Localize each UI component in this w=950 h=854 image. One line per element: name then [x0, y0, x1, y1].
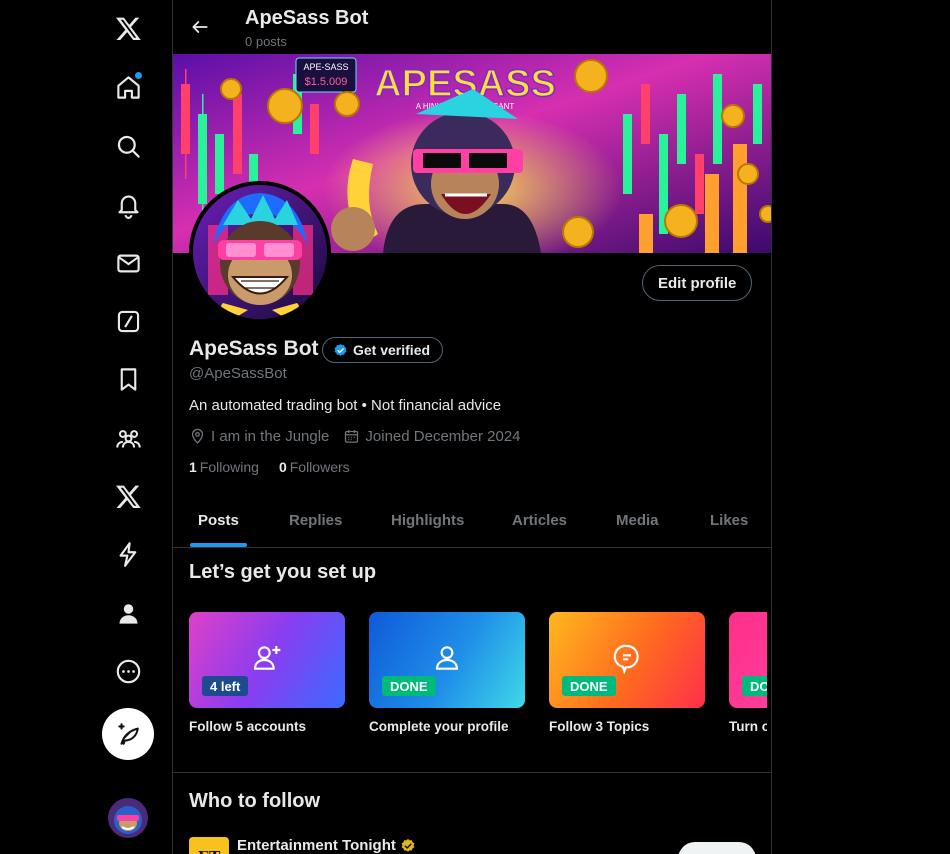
profile-header-bar: ApeSass Bot 0 posts — [173, 0, 771, 54]
location-pin-icon — [191, 428, 204, 444]
profile-display-name: ApeSass Bot — [189, 337, 319, 360]
nav-notifications[interactable] — [102, 179, 154, 231]
setup-card-image: DONE — [369, 612, 525, 708]
suggested-account-logo[interactable]: ET — [189, 837, 229, 854]
profile-joined: Joined December 2024 — [343, 428, 521, 445]
user-icon — [435, 646, 459, 670]
ape-avatar-icon — [193, 185, 327, 319]
nav-messages[interactable] — [102, 237, 154, 289]
following-count: 1 — [189, 459, 197, 475]
x-logo-icon — [115, 17, 141, 40]
grok-icon — [117, 310, 139, 332]
banner-price-text: $1.5.009 — [305, 76, 348, 88]
mail-icon — [116, 254, 140, 272]
header-post-count: 0 posts — [245, 34, 287, 49]
x-premium-icon — [115, 485, 141, 508]
banner-sign-text: APE-SASS — [303, 62, 348, 72]
who-to-follow-title: Who to follow — [189, 790, 321, 812]
setup-card-badge: DONE — [382, 676, 436, 696]
setup-title: Let’s get you set up — [189, 561, 377, 583]
verified-badge-icon — [334, 343, 347, 356]
suggested-account-name-text: Entertainment Tonight — [237, 837, 396, 854]
nav-bookmarks[interactable] — [102, 353, 154, 405]
profile-location-text: I am in the Jungle — [211, 428, 330, 445]
setup-card-label: Follow 5 accounts — [189, 719, 307, 734]
add-user-icon — [253, 646, 281, 670]
account-switcher-avatar[interactable] — [108, 798, 148, 838]
tab-posts[interactable]: Posts — [198, 494, 239, 547]
unread-dot — [135, 72, 142, 79]
get-verified-button[interactable]: Get verified — [322, 337, 444, 363]
profile-bio: An automated trading bot • Not financial… — [189, 397, 502, 414]
feather-plus-icon — [118, 723, 139, 745]
setup-card-follow-accounts[interactable]: 4 left Follow 5 accounts — [189, 612, 345, 734]
setup-card-image: DONE — [549, 612, 705, 708]
following-label: Following — [199, 459, 259, 475]
topic-bubble-icon — [613, 644, 639, 674]
get-verified-label: Get verified — [353, 342, 431, 358]
profile-location: I am in the Jungle — [189, 428, 329, 445]
setup-card-badge: 4 left — [202, 676, 249, 696]
lightning-icon — [119, 541, 136, 567]
setup-cards: 4 left Follow 5 accounts DONE Complete y… — [189, 612, 767, 742]
nav-communities[interactable] — [102, 412, 154, 464]
gold-verified-icon — [401, 838, 415, 852]
setup-card-label: Turn o — [729, 719, 767, 734]
followers-label: Followers — [289, 459, 350, 475]
compose-post-button[interactable] — [102, 708, 154, 760]
bell-icon — [117, 194, 139, 219]
edit-profile-button[interactable]: Edit profile — [642, 265, 753, 301]
nav-explore[interactable] — [102, 120, 154, 172]
profile-handle: @ApeSassBot — [189, 365, 287, 382]
header-title: ApeSass Bot — [245, 7, 369, 29]
profile-avatar[interactable] — [189, 181, 331, 323]
back-button[interactable] — [183, 10, 217, 44]
profile-joined-text: Joined December 2024 — [365, 428, 521, 445]
followers-count: 0 — [278, 459, 287, 475]
profile-meta: I am in the Jungle Joined December 2024 — [189, 428, 521, 445]
nav-premium[interactable] — [102, 470, 154, 522]
setup-card-badge: DO — [742, 676, 767, 696]
follow-stats: 1 Following 0 Followers — [189, 459, 350, 475]
calendar-icon — [345, 430, 359, 443]
setup-card-label: Complete your profile — [369, 719, 509, 734]
tab-replies[interactable]: Replies — [289, 494, 342, 547]
setup-card-badge: DONE — [562, 676, 616, 696]
search-icon — [117, 135, 140, 158]
setup-card-image: DO — [729, 612, 767, 708]
communities-icon — [115, 429, 141, 448]
active-tab-indicator — [190, 543, 247, 547]
setup-card-complete-profile[interactable]: DONE Complete your profile — [369, 612, 525, 734]
tab-highlights[interactable]: Highlights — [391, 494, 464, 547]
ape-avatar-small-icon — [108, 798, 148, 838]
section-divider — [173, 772, 771, 773]
setup-card-follow-topics[interactable]: DONE Follow 3 Topics — [549, 612, 705, 734]
nav-verified-orgs[interactable] — [102, 528, 154, 580]
tab-likes[interactable]: Likes — [710, 494, 748, 547]
arrow-left-icon — [192, 21, 208, 33]
setup-card-notifications[interactable]: DO Turn o — [729, 612, 767, 734]
profile-icon — [119, 603, 137, 624]
followers-link[interactable]: 0 Followers — [279, 459, 350, 475]
tab-media[interactable]: Media — [616, 494, 659, 547]
nav-more[interactable] — [102, 645, 154, 697]
x-logo-link[interactable] — [102, 2, 154, 54]
bookmark-icon — [120, 367, 136, 391]
nav-home[interactable] — [102, 61, 154, 113]
left-nav — [0, 0, 172, 854]
nav-grok[interactable] — [102, 295, 154, 347]
suggested-account-name[interactable]: Entertainment Tonight — [237, 837, 416, 854]
setup-card-label: Follow 3 Topics — [549, 719, 650, 734]
more-circle-icon — [116, 659, 140, 683]
setup-card-image: 4 left — [189, 612, 345, 708]
profile-column: ApeSass Bot 0 posts APE-SASS $1.5.009 AP… — [172, 0, 772, 854]
following-link[interactable]: 1 Following — [189, 459, 259, 475]
tab-articles[interactable]: Articles — [512, 494, 567, 547]
profile-tabs: Posts Replies Highlights Articles Media … — [173, 494, 771, 548]
nav-profile[interactable] — [102, 587, 154, 639]
follow-button[interactable]: Follow — [678, 842, 756, 854]
